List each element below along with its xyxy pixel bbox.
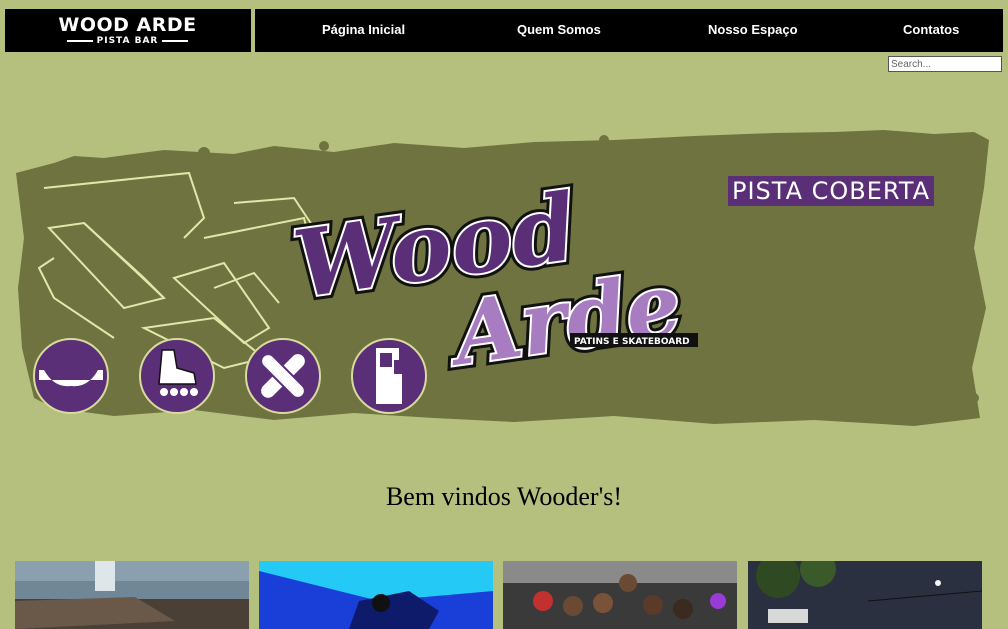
main-nav: Página Inicial Quem Somos Nosso Espaço C…	[255, 9, 1003, 52]
brand-subtitle: PISTA BAR	[96, 35, 159, 46]
logo-divider	[162, 39, 189, 42]
gallery-photo-skater-blue[interactable]	[259, 561, 493, 629]
brand-logo[interactable]: WOOD ARDE PISTA BAR	[5, 9, 250, 52]
search-input[interactable]	[888, 56, 1002, 72]
top-navigation-bar: WOOD ARDE PISTA BAR Página Inicial Quem …	[5, 9, 1003, 52]
brand-name: WOOD ARDE	[58, 13, 197, 36]
nav-link-pagina-inicial[interactable]: Página Inicial	[322, 22, 405, 37]
pista-coberta-tag: PISTA COBERTA	[728, 176, 935, 206]
skateboards-icon	[245, 338, 321, 414]
halfpipe-icon	[33, 338, 109, 414]
gallery-photo-night[interactable]	[748, 561, 982, 629]
welcome-heading: Bem vindos Wooder's!	[385, 482, 623, 511]
hero-banner: Wood Wood Arde Arde PATINS E SKATEBOARD	[14, 128, 990, 428]
logo-tagline: PATINS E SKATEBOARD	[574, 337, 690, 347]
roller-skate-icon	[139, 338, 215, 414]
nav-link-quem-somos[interactable]: Quem Somos	[517, 22, 601, 37]
nav-link-contatos[interactable]: Contatos	[903, 22, 959, 37]
nav-link-nosso-espaco[interactable]: Nosso Espaço	[708, 22, 798, 37]
logo-divider	[66, 39, 93, 42]
arcade-icon	[351, 338, 427, 414]
gallery-photo-skatepark[interactable]	[15, 561, 249, 629]
gallery-photo-group[interactable]	[503, 561, 737, 629]
